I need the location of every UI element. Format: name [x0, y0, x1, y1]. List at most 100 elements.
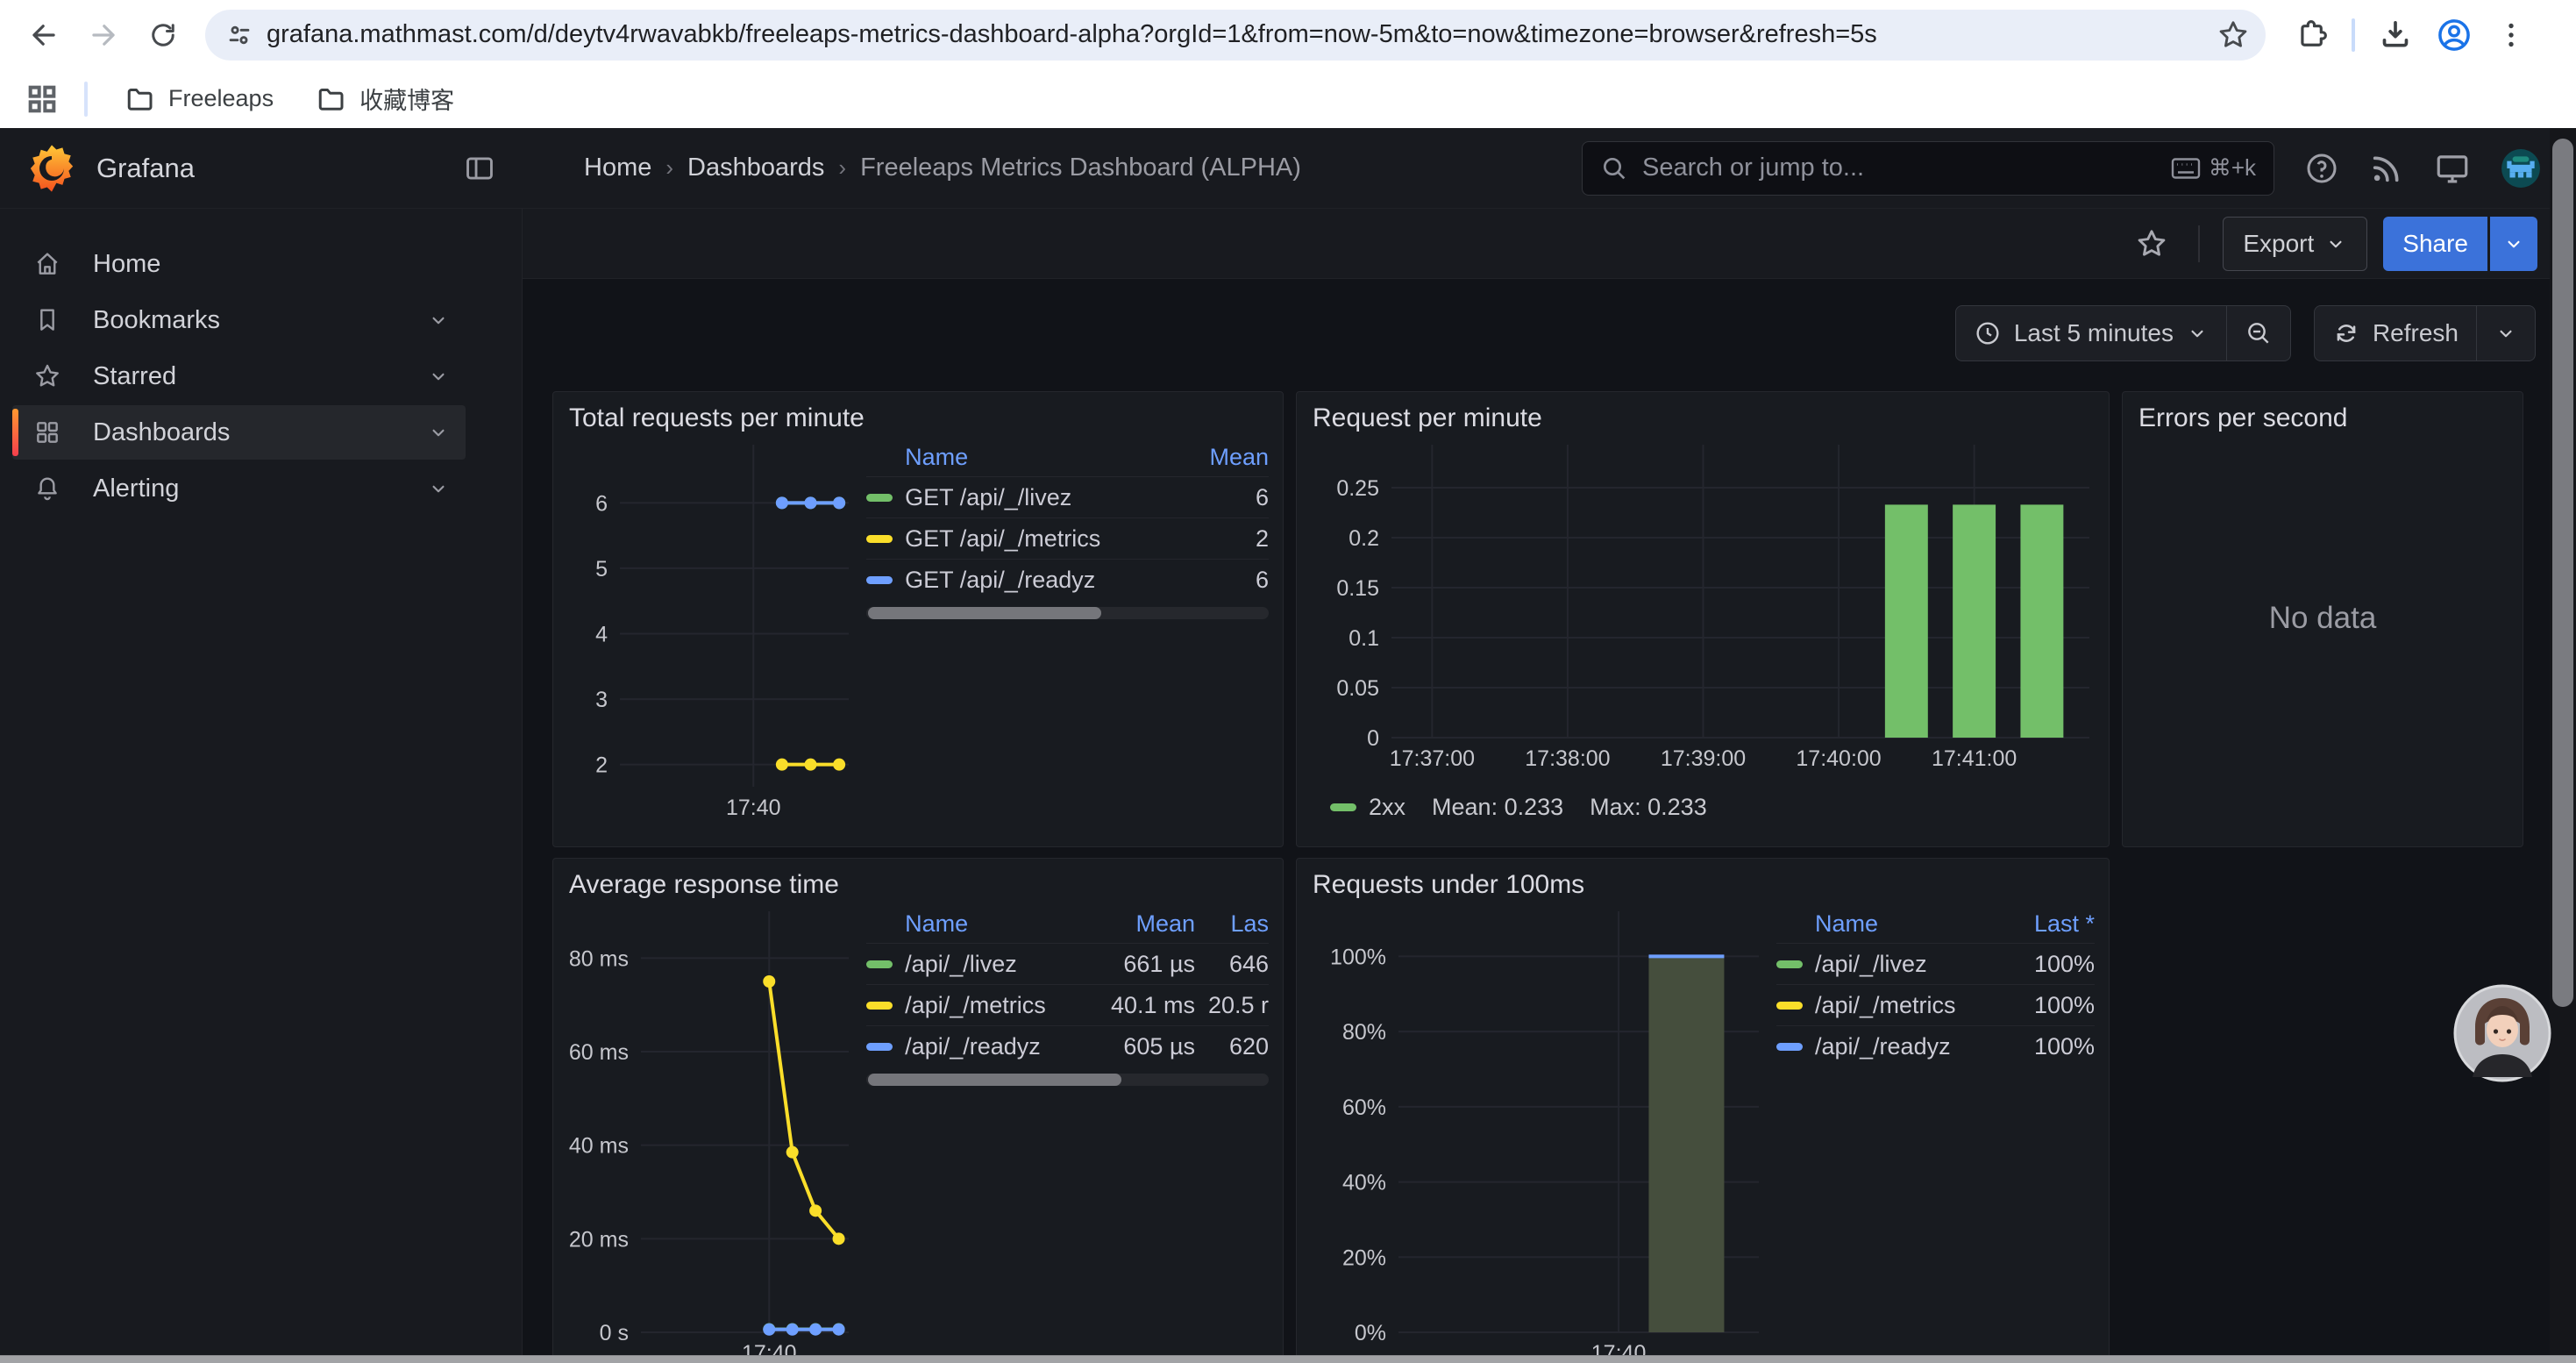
export-button[interactable]: Export [2223, 217, 2367, 271]
panel-title[interactable]: Errors per second [2123, 392, 2523, 438]
legend-row[interactable]: GET /api/_/metrics 2 [866, 517, 1269, 559]
panel-title[interactable]: Request per minute [1297, 392, 2109, 438]
svg-text:0.15: 0.15 [1336, 576, 1379, 601]
panel-requests-under-100ms: Requests under 100ms 100%80%60%40%20%0%1… [1296, 858, 2110, 1363]
legend-col-last[interactable]: Last * [1998, 910, 2095, 938]
share-menu-button[interactable] [2490, 217, 2537, 271]
legend-row[interactable]: GET /api/_/livez 6 [866, 476, 1269, 517]
legend-col-name[interactable]: Name [905, 444, 1199, 471]
svg-text:17:40: 17:40 [726, 796, 781, 820]
legend-row[interactable]: /api/_/metrics 100% [1776, 984, 2095, 1025]
grafana-logo[interactable] [26, 143, 77, 194]
refresh-button[interactable]: Refresh [2315, 306, 2476, 360]
sidebar-item-label: Starred [93, 362, 427, 391]
home-icon [33, 250, 61, 278]
svg-text:80 ms: 80 ms [569, 946, 629, 971]
legend-row[interactable]: GET /api/_/readyz 6 [866, 559, 1269, 600]
legend-scrollbar[interactable] [866, 1074, 1269, 1086]
chevron-down-icon [2324, 232, 2347, 255]
total-requests-chart[interactable]: 6543217:40 [567, 438, 856, 834]
browser-profile-icon[interactable] [2436, 17, 2473, 54]
svg-text:60 ms: 60 ms [569, 1040, 629, 1065]
series-name: /api/_/readyz [1815, 1033, 1998, 1060]
legend-row[interactable]: /api/_/readyz 605 µs 620 [866, 1025, 1269, 1067]
chevron-down-icon[interactable] [427, 477, 450, 500]
search-bar[interactable]: ⌘+k [1582, 141, 2274, 196]
svg-text:17:40:00: 17:40:00 [1796, 746, 1881, 771]
breadcrumb: Home › Dashboards › Freeleaps Metrics Da… [584, 153, 1301, 182]
grafana-topnav: Grafana Home › Dashboards › Freeleaps Me… [0, 128, 2576, 209]
browser-menu-icon[interactable] [2495, 19, 2527, 51]
panel-title[interactable]: Requests under 100ms [1297, 859, 2109, 904]
chevron-down-icon[interactable] [427, 365, 450, 388]
legend-row[interactable]: /api/_/livez 100% [1776, 943, 2095, 984]
back-icon [34, 25, 53, 44]
extensions-icon[interactable] [2295, 18, 2329, 52]
sidebar-item-home[interactable]: Home [12, 237, 466, 291]
browser-forward-button[interactable] [77, 9, 130, 61]
sidebar-item-alerting[interactable]: Alerting [12, 461, 466, 516]
toolbar-divider [2352, 18, 2355, 52]
downloads-icon[interactable] [2378, 18, 2413, 53]
favorite-dashboard-button[interactable] [2128, 220, 2175, 268]
under-100ms-chart[interactable]: 100%80%60%40%20%0%17:40 [1311, 904, 1766, 1363]
search-input[interactable] [1642, 153, 2170, 182]
series-last: 100% [1998, 951, 2095, 978]
svg-text:17:39:00: 17:39:00 [1661, 746, 1746, 771]
user-avatar[interactable] [2501, 148, 2541, 189]
sidebar-item-bookmarks[interactable]: Bookmarks [12, 293, 466, 347]
zoom-out-icon [2245, 319, 2273, 347]
panel-title[interactable]: Total requests per minute [553, 392, 1283, 438]
site-settings-icon[interactable] [224, 20, 254, 50]
panel-title[interactable]: Average response time [553, 859, 1283, 904]
legend-row[interactable]: /api/_/readyz 100% [1776, 1025, 2095, 1067]
apps-grid-icon[interactable] [25, 82, 60, 117]
legend-col-name[interactable]: Name [1815, 910, 1998, 938]
help-icon[interactable] [2304, 151, 2339, 186]
page-vertical-scrollbar[interactable] [2550, 128, 2576, 1363]
legend-col-mean[interactable]: Mean [1199, 444, 1269, 471]
floating-assistant-avatar[interactable] [2453, 984, 2551, 1082]
monitor-icon[interactable] [2434, 150, 2471, 187]
folder-icon [125, 83, 156, 115]
chevron-down-icon[interactable] [427, 421, 450, 444]
browser-reload-button[interactable] [137, 9, 189, 61]
request-per-minute-chart[interactable]: 0.250.20.150.10.05017:37:0017:38:0017:39… [1311, 438, 2096, 785]
refresh-interval-button[interactable] [2476, 306, 2535, 360]
legend-line[interactable]: 2xx Mean: 0.233 Max: 0.233 [1330, 794, 2095, 821]
legend-col-name[interactable]: Name [905, 910, 1081, 938]
address-bar[interactable]: grafana.mathmast.com/d/deytv4rwavabkb/fr… [205, 10, 2266, 61]
share-button[interactable]: Share [2383, 217, 2487, 271]
legend-table: Name Mean Las /api/_/livez 661 µs 646 [866, 904, 1269, 1363]
sidebar-item-dashboards[interactable]: Dashboards [12, 405, 466, 460]
series-name: GET /api/_/livez [905, 484, 1199, 511]
page-horizontal-scrollbar[interactable] [0, 1355, 2576, 1363]
series-color-dash [866, 960, 893, 968]
browser-back-button[interactable] [18, 9, 70, 61]
zoom-out-button[interactable] [2226, 306, 2290, 360]
legend-scrollbar[interactable] [866, 607, 1269, 619]
browser-actions [2295, 17, 2527, 54]
news-rss-icon[interactable] [2369, 151, 2404, 186]
bookmark-star-icon[interactable] [2217, 18, 2250, 52]
bookmark-folder-blogs[interactable]: 收藏博客 [303, 75, 466, 123]
url-text[interactable]: grafana.mathmast.com/d/deytv4rwavabkb/fr… [267, 20, 2217, 49]
legend-row[interactable]: /api/_/livez 661 µs 646 [866, 943, 1269, 984]
series-name: /api/_/metrics [905, 992, 1081, 1019]
bookmark-folder-freeleaps[interactable]: Freeleaps [112, 76, 286, 122]
breadcrumb-home[interactable]: Home [584, 153, 651, 182]
chevron-down-icon[interactable] [427, 309, 450, 332]
breadcrumb-dashboards[interactable]: Dashboards [687, 153, 824, 182]
legend-col-mean[interactable]: Mean [1081, 910, 1195, 938]
legend-row[interactable]: /api/_/metrics 40.1 ms 20.5 r [866, 984, 1269, 1025]
legend-col-last[interactable]: Las [1195, 910, 1269, 938]
dashboards-grid-icon [33, 418, 61, 446]
dock-sidebar-button[interactable] [458, 146, 502, 190]
series-max: Max: 0.233 [1590, 794, 1707, 821]
sidebar-item-starred[interactable]: Starred [12, 349, 466, 403]
series-name: /api/_/readyz [905, 1033, 1081, 1060]
svg-text:17:37:00: 17:37:00 [1390, 746, 1475, 771]
avg-response-chart[interactable]: 80 ms60 ms40 ms20 ms0 s17:40 [567, 904, 856, 1363]
scrollbar-thumb[interactable] [2552, 139, 2573, 1007]
time-range-picker[interactable]: Last 5 minutes [1956, 306, 2226, 360]
